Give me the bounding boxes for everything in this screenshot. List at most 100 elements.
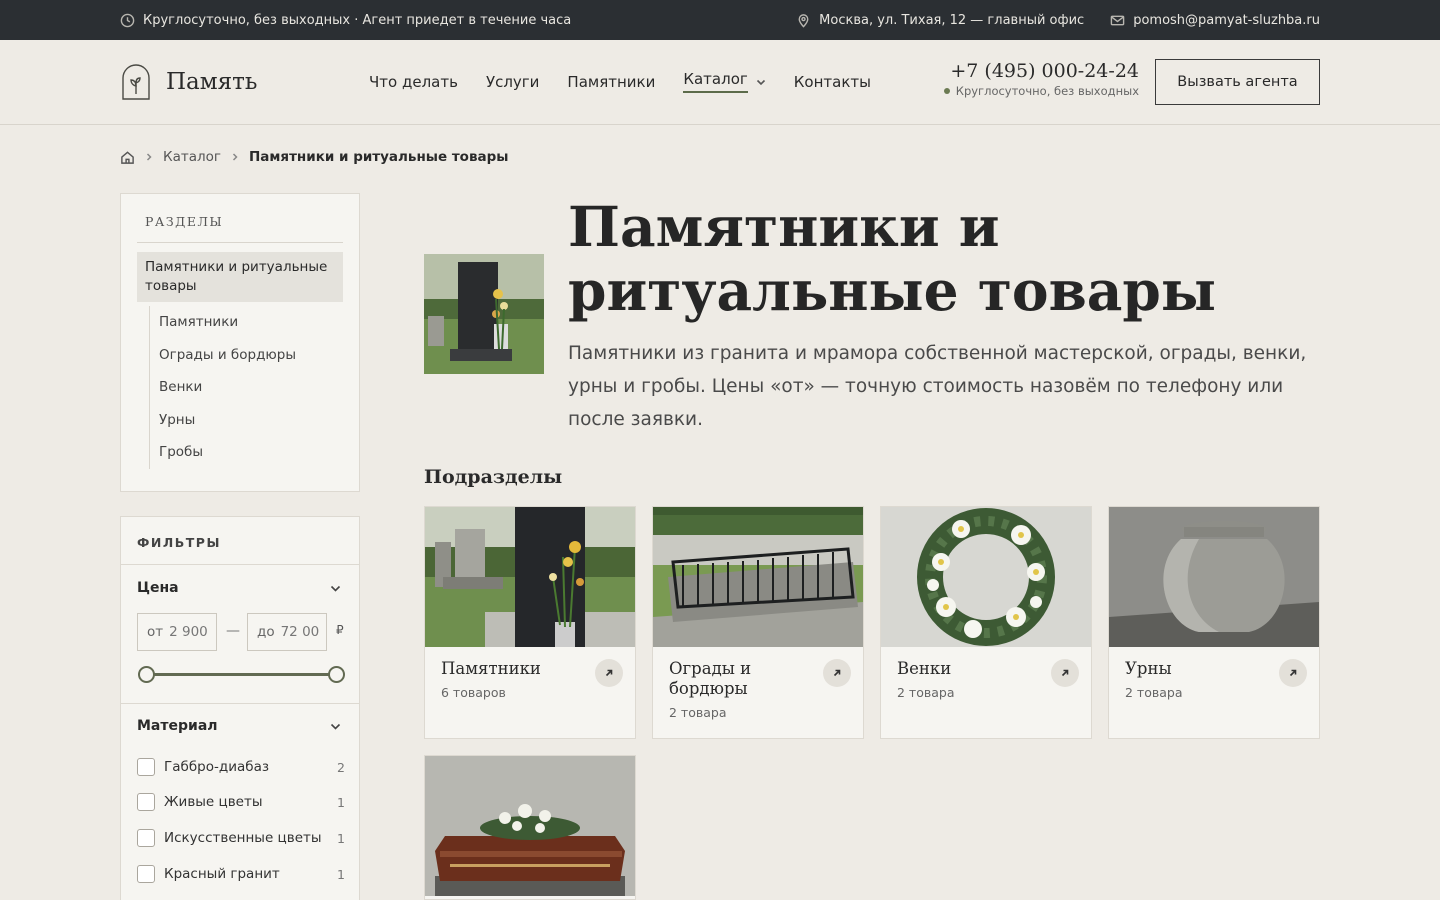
card-count: 2 товара <box>1125 685 1183 700</box>
filters-heading: ФИЛЬТРЫ <box>137 535 221 550</box>
price-from-value: 2 900 <box>169 624 208 640</box>
card-count: 2 товара <box>669 705 727 720</box>
card-title: Ограды и бордюры <box>669 659 752 698</box>
breadcrumb-catalog[interactable]: Каталог <box>163 149 221 165</box>
subsection-card-fences[interactable]: Ограды и бордюры 2 товара <box>652 506 864 739</box>
price-slider-min-handle[interactable] <box>137 666 155 683</box>
filters-panel: ФИЛЬТРЫ Цена от 2 900 — до 72 00 ₽ Матер… <box>120 516 360 900</box>
arrow-up-right-icon <box>1289 669 1297 677</box>
chevron-right-icon <box>146 153 152 161</box>
card-title: Венки <box>897 659 952 678</box>
material-filter-title[interactable]: Материал <box>137 718 218 734</box>
breadcrumb: Каталог Памятники и ритуальные товары <box>120 149 508 165</box>
price-currency: ₽ <box>336 623 344 637</box>
sections-list: Памятники Ограды и бордюры Венки Урны Гр… <box>149 306 296 469</box>
subsection-card-monuments[interactable]: Памятники 6 товаров <box>424 506 636 739</box>
nav-item-catalog[interactable]: Каталог <box>683 70 765 93</box>
call-agent-button[interactable]: Вызвать агента <box>1155 59 1320 105</box>
checkbox[interactable] <box>137 758 155 776</box>
subsections-heading: Подразделы <box>424 466 563 488</box>
price-from-input[interactable]: от 2 900 <box>137 613 217 651</box>
material-option[interactable]: Красный гранит 1 <box>137 865 345 883</box>
arrow-up-right-icon <box>1061 669 1069 677</box>
price-slider-track[interactable] <box>146 673 336 676</box>
address-text: Москва, ул. Тихая, 12 — главный офис <box>819 12 1085 28</box>
sections-current-item[interactable]: Памятники и ритуальные товары <box>137 252 343 302</box>
material-option[interactable]: Живые цветы 1 <box>137 793 345 811</box>
sections-item-fences[interactable]: Ограды и бордюры <box>150 339 296 372</box>
divider <box>121 564 359 565</box>
sections-panel: РАЗДЕЛЫ Памятники и ритуальные товары Па… <box>120 193 360 492</box>
phone-number[interactable]: +7 (495) 000-24-24 <box>944 60 1139 82</box>
nav-label: Услуги <box>485 72 540 91</box>
card-arrow-button[interactable] <box>1279 659 1307 687</box>
price-to-prefix: до <box>257 624 275 640</box>
material-option[interactable]: Искусственные цветы 1 <box>137 829 345 847</box>
card-count: 6 товаров <box>441 685 506 700</box>
location-pin-icon <box>798 13 809 28</box>
sections-item-urns[interactable]: Урны <box>150 404 296 437</box>
card-image <box>425 507 635 647</box>
sections-item-coffins[interactable]: Гробы <box>150 436 296 469</box>
arrow-up-right-icon <box>605 669 613 677</box>
chevron-down-icon[interactable] <box>330 583 341 594</box>
price-from-prefix: от <box>147 624 164 640</box>
price-slider-max-handle[interactable] <box>327 666 345 683</box>
category-image <box>424 254 544 374</box>
main-nav: Что делать Услуги Памятники Каталог Конт… <box>369 70 871 93</box>
nav-label: Контакты <box>793 72 871 91</box>
chevron-down-icon[interactable] <box>330 721 341 732</box>
material-option-count: 1 <box>337 794 345 810</box>
top-bar: Круглосуточно, без выходных · Агент прие… <box>0 0 1440 40</box>
nav-item-services[interactable]: Услуги <box>486 70 539 93</box>
subsection-card-urns[interactable]: Урны 2 товара <box>1108 506 1320 739</box>
phone-subtext: Круглосуточно, без выходных <box>955 84 1139 98</box>
nav-item-contacts[interactable]: Контакты <box>794 70 871 93</box>
material-option-count: 1 <box>337 866 345 882</box>
chevron-right-icon <box>232 153 238 161</box>
clock-icon <box>120 13 135 27</box>
checkbox[interactable] <box>137 865 155 883</box>
address-info: Москва, ул. Тихая, 12 — главный офис <box>796 13 1084 28</box>
card-image <box>881 507 1091 647</box>
card-count: 2 товара <box>897 685 955 700</box>
divider <box>137 242 343 243</box>
material-option[interactable]: Габбро-диабаз 2 <box>137 758 345 776</box>
card-arrow-button[interactable] <box>823 659 851 687</box>
material-option-count: 2 <box>337 759 345 775</box>
arrow-up-right-icon <box>833 669 841 677</box>
logo[interactable]: Память <box>120 64 257 100</box>
nav-item-monuments[interactable]: Памятники <box>567 70 655 93</box>
email-text[interactable]: pomosh@pamyat-sluzhba.ru <box>1133 13 1320 28</box>
card-arrow-button[interactable] <box>595 659 623 687</box>
nav-label: Каталог <box>683 70 748 93</box>
home-icon[interactable] <box>120 150 135 165</box>
checkbox[interactable] <box>137 829 155 847</box>
subsection-card-wreaths[interactable]: Венки 2 товара <box>880 506 1092 739</box>
price-filter-title[interactable]: Цена <box>137 580 179 596</box>
card-image <box>653 507 863 647</box>
card-image <box>425 756 635 896</box>
mail-icon <box>1110 15 1125 25</box>
status-dot <box>943 88 950 94</box>
material-option-count: 1 <box>337 830 345 846</box>
nav-label: Памятники <box>567 72 656 91</box>
site-header: Память Что делать Услуги Памятники Катал… <box>0 40 1440 125</box>
card-arrow-button[interactable] <box>1051 659 1079 687</box>
email-link[interactable]: pomosh@pamyat-sluzhba.ru <box>1110 13 1320 28</box>
subsection-card-coffins[interactable] <box>424 755 636 900</box>
price-to-value: 72 00 <box>280 624 320 640</box>
hours-info: Круглосуточно, без выходных · Агент прие… <box>120 0 571 40</box>
page-description: Памятники из гранита и мрамора собственн… <box>568 343 1307 430</box>
nav-item-what-to-do[interactable]: Что делать <box>369 70 458 93</box>
phone-block: +7 (495) 000-24-24 Круглосуточно, без вы… <box>943 60 1139 98</box>
card-title: Памятники <box>441 659 541 678</box>
price-to-input[interactable]: до 72 00 <box>247 613 327 651</box>
sections-item-monuments[interactable]: Памятники <box>150 306 296 339</box>
checkbox[interactable] <box>137 793 155 811</box>
card-image <box>1109 507 1319 647</box>
breadcrumb-current: Памятники и ритуальные товары <box>248 149 509 165</box>
material-option-label: Габбро-диабаз <box>164 759 270 775</box>
sections-item-wreaths[interactable]: Венки <box>150 371 296 404</box>
sections-heading: РАЗДЕЛЫ <box>145 214 224 229</box>
